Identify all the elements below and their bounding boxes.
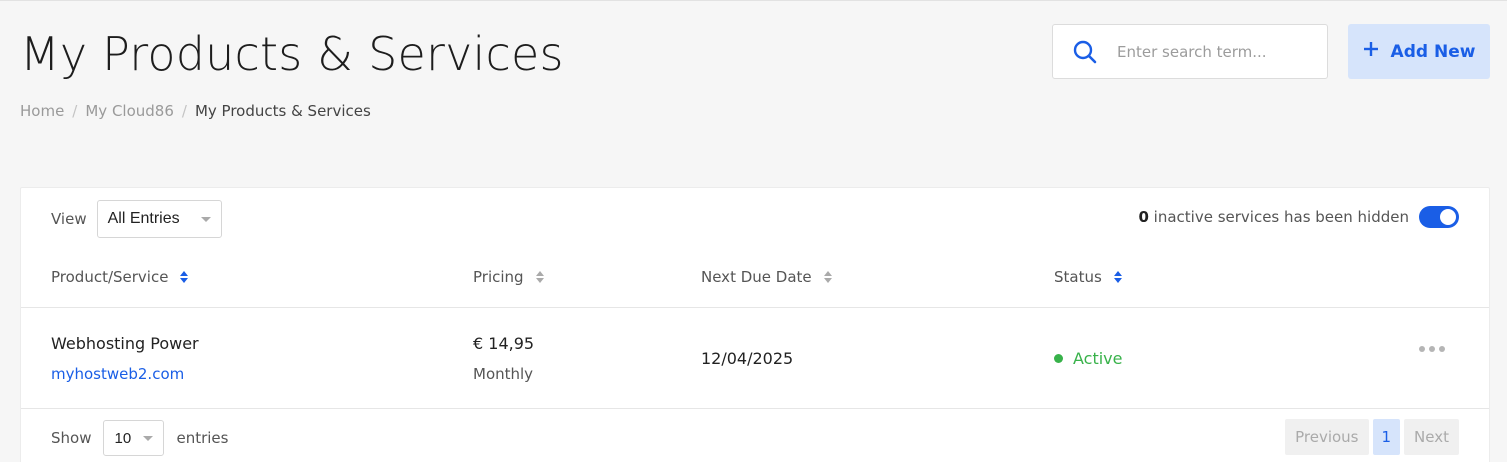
column-label: Next Due Date [701,268,812,286]
show-label: Show [51,429,92,447]
entries-select-value: 10 [114,429,132,447]
next-page-button[interactable]: Next [1404,419,1459,455]
add-new-label: Add New [1390,41,1476,62]
product-name: Webhosting Power [51,334,199,353]
products-table-card: View All Entries 0 inactive services has… [20,187,1490,462]
breadcrumb-home[interactable]: Home [20,102,64,120]
view-select[interactable]: All Entries [96,200,222,238]
inactive-services-toggle[interactable] [1419,206,1459,228]
toggle-knob [1440,209,1456,225]
table-header: Product/Service Pricing Next Due Date St… [21,256,1489,308]
column-label: Product/Service [51,268,169,286]
breadcrumb-separator: / [181,102,187,120]
column-label: Pricing [473,268,524,286]
chevron-down-icon [200,216,211,222]
page-title: My Products & Services [20,27,564,81]
page-1-button[interactable]: 1 [1372,419,1401,455]
inactive-count: 0 [1138,208,1149,226]
view-select-value: All Entries [107,210,180,227]
next-due-date: 12/04/2025 [701,349,794,368]
breadcrumb-separator: / [72,102,78,120]
search-input[interactable] [1117,42,1307,61]
inactive-services-info: 0 inactive services has been hidden [1138,206,1459,228]
entries-select[interactable]: 10 [103,420,165,456]
breadcrumb-my-cloud86[interactable]: My Cloud86 [85,102,174,120]
entries-label: entries [176,429,229,447]
column-header-pricing[interactable]: Pricing [473,268,544,286]
sort-icon [535,271,544,283]
breadcrumb-current: My Products & Services [194,102,371,120]
product-domain-link[interactable]: myhostweb2.com [51,365,184,383]
table-row[interactable]: Webhosting Power myhostweb2.com € 14,95 … [21,308,1489,409]
view-filter: View All Entries [51,200,222,238]
search-icon [1053,40,1117,64]
plus-icon [1363,41,1379,62]
column-header-product[interactable]: Product/Service [51,268,189,286]
view-label: View [51,210,87,228]
pagination: Previous 1 Next [1285,419,1459,455]
column-header-next-due-date[interactable]: Next Due Date [701,268,832,286]
status-dot-icon [1054,354,1063,363]
sort-icon [823,271,832,283]
column-label: Status [1054,268,1102,286]
status-label: Active [1073,349,1123,368]
column-header-status[interactable]: Status [1054,268,1122,286]
sort-icon [1113,271,1122,283]
sort-icon [180,271,189,283]
inactive-services-text: 0 inactive services has been hidden [1138,208,1409,226]
breadcrumb: Home / My Cloud86 / My Products & Servic… [20,102,371,120]
search-box[interactable] [1052,24,1328,79]
inactive-text: inactive services has been hidden [1153,208,1409,226]
product-price: € 14,95 [473,334,535,353]
entries-per-page: Show 10 entries [51,420,228,456]
status-badge: Active [1054,349,1123,368]
previous-page-button[interactable]: Previous [1285,419,1369,455]
more-actions-icon[interactable] [1419,346,1445,352]
chevron-down-icon [143,435,154,441]
add-new-button[interactable]: Add New [1348,24,1490,79]
billing-cycle: Monthly [473,365,534,383]
